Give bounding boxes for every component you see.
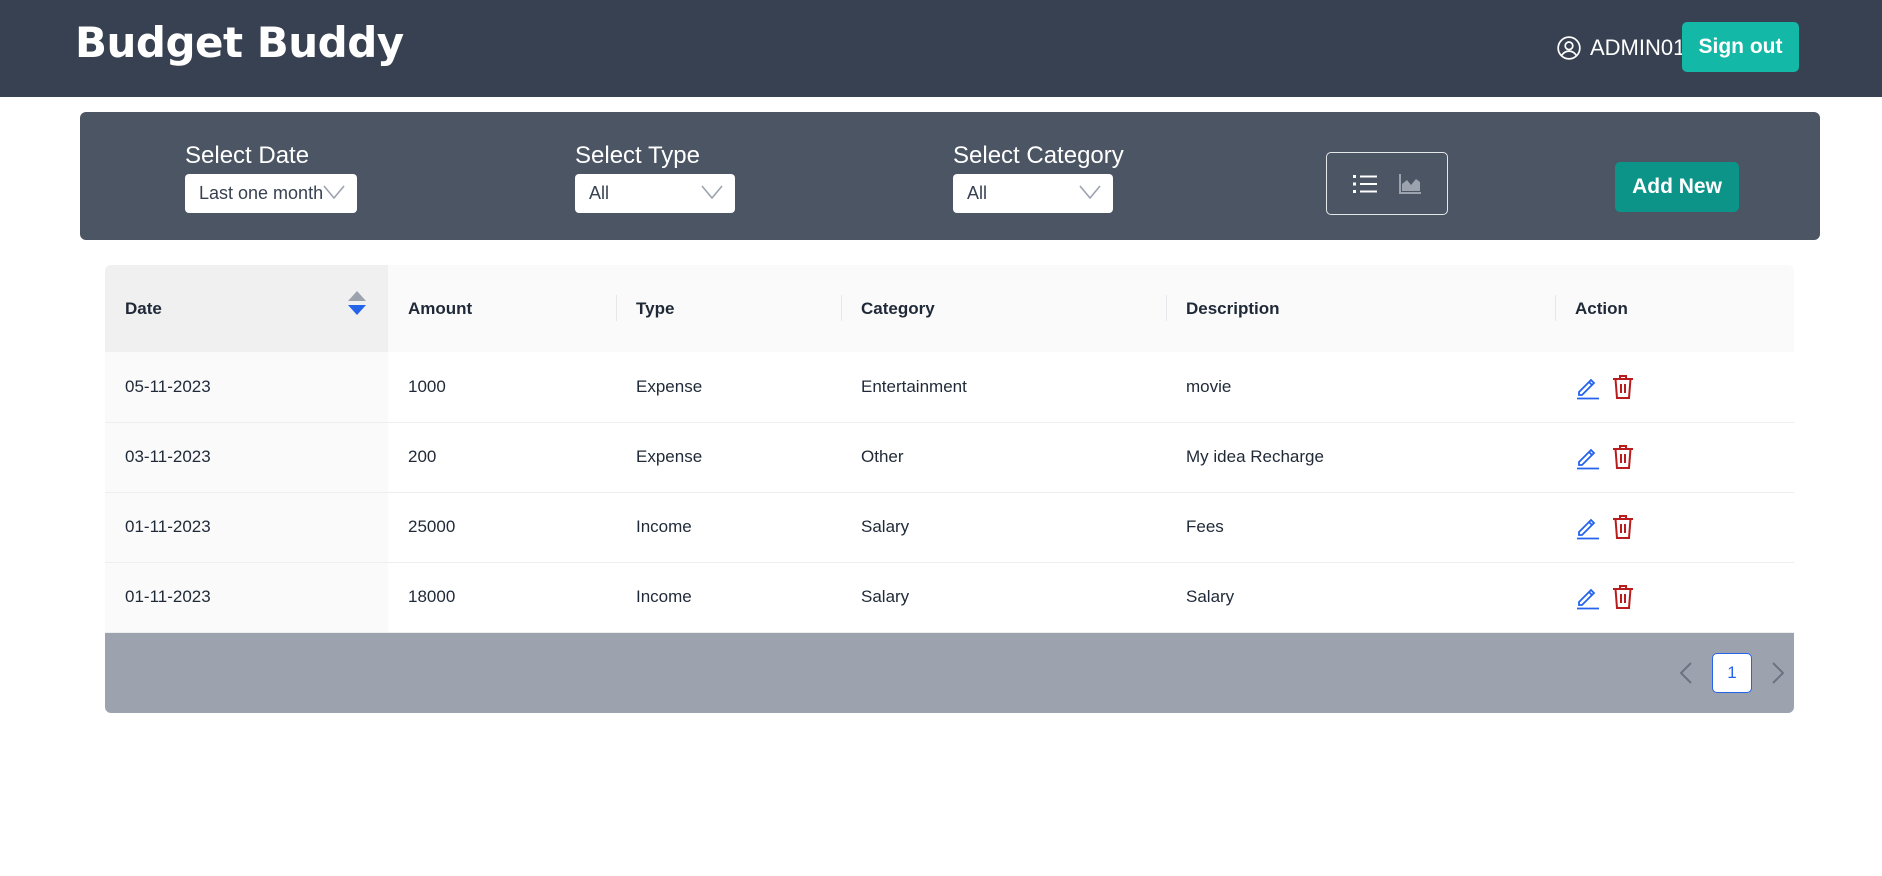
date-filter-label: Select Date <box>185 142 310 169</box>
edit-icon[interactable] <box>1575 514 1601 540</box>
pagination-bar: 1 <box>105 633 1794 713</box>
cell-category: Other <box>861 447 904 466</box>
chevron-down-icon <box>323 185 345 200</box>
column-header-type: Type <box>616 265 841 352</box>
view-toggle <box>1326 152 1448 215</box>
edit-icon[interactable] <box>1575 374 1601 400</box>
date-select-value: Last one month <box>199 183 324 203</box>
table-header-row: Date Amount Type Category Description Ac… <box>105 265 1794 352</box>
top-navbar: Budget Buddy ADMIN01 Sign out <box>0 0 1882 97</box>
cell-date: 05-11-2023 <box>105 352 388 422</box>
cell-date: 03-11-2023 <box>105 422 388 492</box>
cell-action <box>1555 422 1794 492</box>
cell-amount: 200 <box>408 447 437 466</box>
date-select[interactable]: Last one month <box>185 174 357 213</box>
cell-action <box>1555 352 1794 422</box>
next-page-icon[interactable] <box>1770 661 1786 685</box>
edit-icon[interactable] <box>1575 444 1601 470</box>
column-header-amount: Amount <box>408 298 473 318</box>
column-header-description: Description <box>1166 265 1555 352</box>
delete-icon[interactable] <box>1611 374 1635 400</box>
cell-type: Expense <box>636 447 703 466</box>
pagination: 1 <box>1678 633 1794 713</box>
table-row: 01-11-2023 18000 Income Salary Salary <box>105 562 1794 632</box>
type-select[interactable]: All <box>575 174 735 213</box>
edit-icon[interactable] <box>1575 584 1601 610</box>
table-row: 03-11-2023 200 Expense Other My idea Rec… <box>105 422 1794 492</box>
cell-date: 01-11-2023 <box>105 562 388 632</box>
cell-type: Income <box>636 587 692 606</box>
table-row: 05-11-2023 1000 Expense Entertainment mo… <box>105 352 1794 422</box>
page-number-button[interactable]: 1 <box>1712 653 1752 693</box>
add-new-button[interactable]: Add New <box>1615 162 1739 212</box>
user-info: ADMIN01 <box>1556 33 1685 63</box>
cell-date: 01-11-2023 <box>105 492 388 562</box>
sort-down-icon <box>348 305 366 315</box>
cell-amount: 25000 <box>408 517 456 536</box>
prev-page-icon[interactable] <box>1678 661 1694 685</box>
cell-description: My idea Recharge <box>1186 447 1324 466</box>
cell-category: Salary <box>861 587 910 606</box>
filter-bar: Select Date Last one month Select Type A… <box>80 112 1820 240</box>
category-filter: Select Category All <box>953 142 1124 213</box>
delete-icon[interactable] <box>1611 514 1635 540</box>
date-filter: Select Date Last one month <box>185 142 357 213</box>
transactions-table: Date Amount Type Category Description Ac… <box>105 265 1794 713</box>
category-select[interactable]: All <box>953 174 1113 213</box>
type-select-value: All <box>589 183 610 203</box>
category-select-value: All <box>967 183 988 203</box>
category-filter-label: Select Category <box>953 142 1124 169</box>
sign-out-button[interactable]: Sign out <box>1682 22 1799 72</box>
user-circle-icon <box>1557 36 1581 60</box>
column-header-category: Category <box>841 265 1166 352</box>
cell-description: Salary <box>1186 587 1235 606</box>
sort-control[interactable] <box>348 291 366 315</box>
cell-category: Salary <box>861 517 910 536</box>
chevron-down-icon <box>1079 185 1101 200</box>
cell-action <box>1555 492 1794 562</box>
sort-up-icon <box>348 291 366 301</box>
type-filter: Select Type All <box>575 142 735 213</box>
cell-description: Fees <box>1186 517 1224 536</box>
cell-category: Entertainment <box>861 376 967 396</box>
chevron-down-icon <box>701 185 723 200</box>
delete-icon[interactable] <box>1611 444 1635 470</box>
column-header-action: Action <box>1555 265 1794 352</box>
app-brand[interactable]: Budget Buddy <box>75 18 404 67</box>
delete-icon[interactable] <box>1611 584 1635 610</box>
cell-type: Expense <box>636 376 703 396</box>
cell-description: movie <box>1186 376 1232 396</box>
cell-type: Income <box>636 517 692 536</box>
cell-amount: 18000 <box>408 587 456 606</box>
table-row: 01-11-2023 25000 Income Salary Fees <box>105 492 1794 562</box>
chart-view-icon[interactable] <box>1398 173 1422 195</box>
list-view-icon[interactable] <box>1352 173 1378 195</box>
cell-action <box>1555 562 1794 632</box>
type-filter-label: Select Type <box>575 142 700 169</box>
cell-amount: 1000 <box>408 376 446 396</box>
username: ADMIN01 <box>1590 35 1686 60</box>
column-header-date[interactable]: Date <box>105 265 388 352</box>
